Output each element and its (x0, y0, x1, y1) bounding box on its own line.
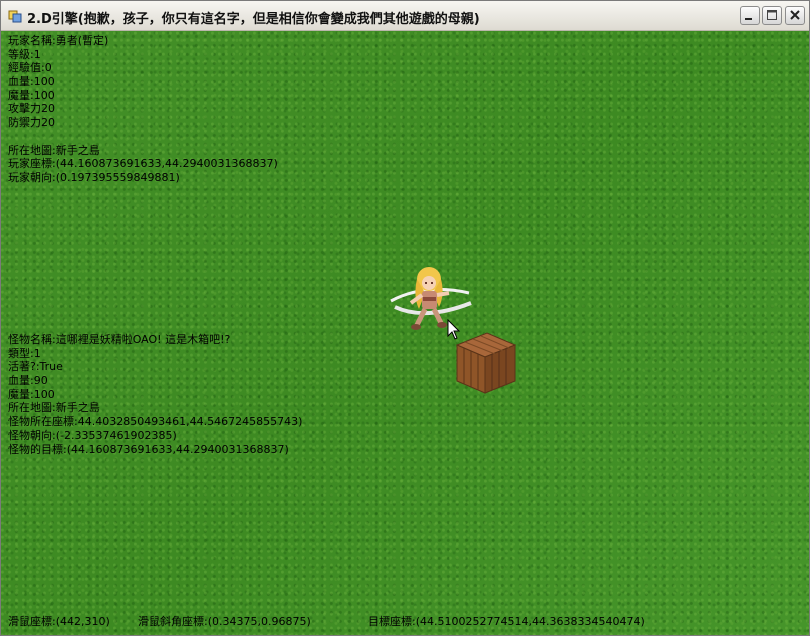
player-mp: 魔量:100 (8, 88, 55, 102)
app-icon (8, 10, 22, 23)
player-info-panel: 玩家名稱:勇者(暫定) 等級:1 經驗值:0 血量:100 魔量:100 攻擊力… (8, 34, 278, 185)
close-button[interactable] (785, 6, 805, 25)
window-title: 2.D引擎(抱歉，孩子，你只有這名字，但是相信你會變成我們其他遊戲的母親) (27, 12, 480, 27)
monster-type: 類型:1 (8, 346, 41, 360)
monster-map: 所在地圖:新手之島 (8, 401, 100, 415)
title-bar[interactable]: 2.D引擎(抱歉，孩子，你只有這名字，但是相信你會變成我們其他遊戲的母親) (1, 1, 809, 31)
monster-info-panel: 怪物名稱:這哪裡是妖精啦OAO! 這是木箱吧!? 類型:1 活著?:True 血… (8, 333, 302, 456)
crate-sprite[interactable] (453, 331, 519, 397)
mouse-iso-coordinates: 滑鼠斜角座標:(0.34375,0.96875) (138, 615, 311, 628)
monster-hp: 血量:90 (8, 374, 48, 388)
monster-target: 怪物的目標:(44.160873691633,44.2940031368837) (8, 442, 289, 456)
mouse-cursor-icon (447, 319, 461, 340)
mouse-coordinates: 滑鼠座標:(442,310) (8, 615, 110, 628)
player-exp: 經驗值:0 (8, 61, 52, 75)
game-window: 2.D引擎(抱歉，孩子，你只有這名字，但是相信你會變成我們其他遊戲的母親) 玩家… (0, 0, 810, 636)
player-map: 所在地圖:新手之島 (8, 143, 100, 157)
monster-name: 怪物名稱:這哪裡是妖精啦OAO! 這是木箱吧!? (8, 333, 231, 346)
player-level: 等級:1 (8, 47, 41, 61)
player-facing: 玩家朝向:(0.197395559849881) (8, 170, 180, 184)
close-icon (790, 10, 800, 20)
player-name: 玩家名稱:勇者(暫定) (8, 34, 109, 47)
player-hp: 血量:100 (8, 75, 55, 89)
minimize-button[interactable] (740, 6, 760, 25)
monster-position: 怪物所在座標:44.4032850493461,44.5467245855743… (8, 415, 303, 429)
monster-mp: 魔量:100 (8, 387, 55, 401)
player-attack: 攻擊力20 (8, 102, 55, 116)
maximize-button[interactable] (762, 6, 782, 25)
minimize-icon (745, 18, 752, 20)
monster-facing: 怪物朝向:(-2.33537461902385) (8, 428, 177, 442)
target-coordinates: 目標座標:(44.5100252774514,44.3638334540474) (368, 615, 645, 628)
monster-alive: 活著?:True (8, 360, 63, 374)
maximize-icon (767, 10, 777, 20)
player-position: 玩家座標:(44.160873691633,44.2940031368837) (8, 157, 278, 171)
game-canvas[interactable]: 玩家名稱:勇者(暫定) 等級:1 經驗值:0 血量:100 魔量:100 攻擊力… (1, 31, 809, 635)
player-defense: 防禦力20 (8, 116, 55, 130)
